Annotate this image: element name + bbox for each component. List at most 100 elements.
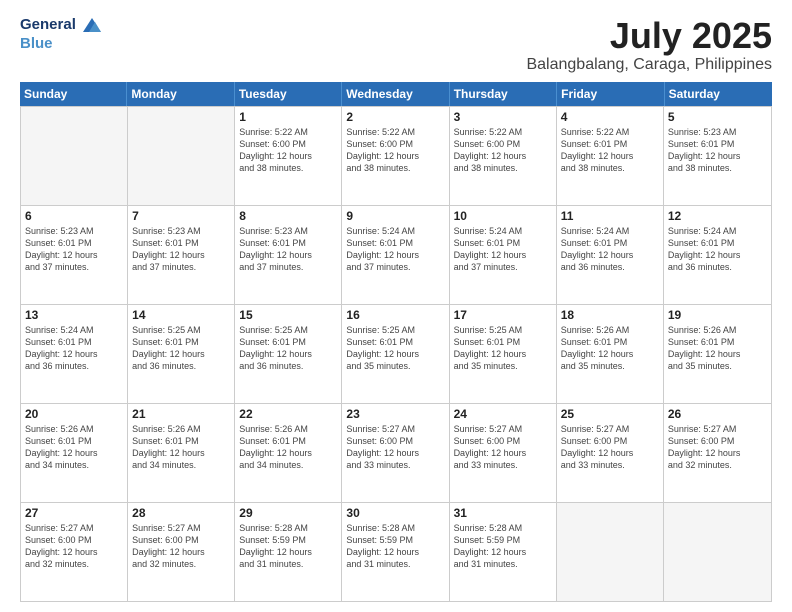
cell-info-line: Sunrise: 5:26 AM (132, 423, 230, 435)
cell-info-line: Sunset: 6:01 PM (25, 336, 123, 348)
weekday-header: Wednesday (342, 82, 449, 106)
day-number: 22 (239, 407, 337, 421)
calendar-cell: 23Sunrise: 5:27 AMSunset: 6:00 PMDayligh… (342, 404, 449, 502)
day-number: 16 (346, 308, 444, 322)
calendar-cell: 19Sunrise: 5:26 AMSunset: 6:01 PMDayligh… (664, 305, 771, 403)
title-block: July 2025 Balangbalang, Caraga, Philippi… (526, 16, 772, 74)
day-number: 19 (668, 308, 767, 322)
cell-info-line: Sunset: 6:01 PM (132, 435, 230, 447)
cell-info-line: Sunset: 6:01 PM (25, 435, 123, 447)
cell-info-line: and 33 minutes. (346, 459, 444, 471)
day-number: 3 (454, 110, 552, 124)
cell-info-line: and 33 minutes. (454, 459, 552, 471)
day-number: 9 (346, 209, 444, 223)
weekday-header: Saturday (665, 82, 772, 106)
calendar-row: 13Sunrise: 5:24 AMSunset: 6:01 PMDayligh… (21, 304, 771, 403)
calendar-cell: 2Sunrise: 5:22 AMSunset: 6:00 PMDaylight… (342, 107, 449, 205)
cell-info-line: Sunset: 6:00 PM (668, 435, 767, 447)
cell-info-line: and 35 minutes. (668, 360, 767, 372)
cell-info-line: Sunset: 6:00 PM (132, 534, 230, 546)
calendar-page: General Blue July 2025 Balangbalang, Car… (0, 0, 792, 612)
cell-info-line: Sunset: 6:01 PM (239, 336, 337, 348)
cell-info-line: and 36 minutes. (239, 360, 337, 372)
calendar-row: 20Sunrise: 5:26 AMSunset: 6:01 PMDayligh… (21, 403, 771, 502)
cell-info-line: Daylight: 12 hours (132, 546, 230, 558)
cell-info-line: Sunrise: 5:22 AM (561, 126, 659, 138)
day-number: 28 (132, 506, 230, 520)
cell-info-line: Sunset: 6:01 PM (346, 237, 444, 249)
cell-info-line: Sunset: 6:01 PM (454, 237, 552, 249)
cell-info-line: Sunrise: 5:26 AM (561, 324, 659, 336)
calendar-cell: 10Sunrise: 5:24 AMSunset: 6:01 PMDayligh… (450, 206, 557, 304)
calendar-cell: 25Sunrise: 5:27 AMSunset: 6:00 PMDayligh… (557, 404, 664, 502)
cell-info-line: Sunrise: 5:24 AM (25, 324, 123, 336)
weekday-header: Monday (127, 82, 234, 106)
cell-info-line: Daylight: 12 hours (25, 546, 123, 558)
cell-info-line: and 35 minutes. (561, 360, 659, 372)
calendar-cell (128, 107, 235, 205)
cell-info-line: and 36 minutes. (25, 360, 123, 372)
calendar-cell: 5Sunrise: 5:23 AMSunset: 6:01 PMDaylight… (664, 107, 771, 205)
cell-info-line: Sunset: 5:59 PM (346, 534, 444, 546)
calendar-cell: 17Sunrise: 5:25 AMSunset: 6:01 PMDayligh… (450, 305, 557, 403)
cell-info-line: Sunrise: 5:22 AM (346, 126, 444, 138)
logo-icon (81, 16, 103, 34)
cell-info-line: Sunset: 6:00 PM (346, 138, 444, 150)
cell-info-line: and 33 minutes. (561, 459, 659, 471)
cell-info-line: Sunset: 6:01 PM (346, 336, 444, 348)
cell-info-line: and 36 minutes. (668, 261, 767, 273)
calendar-row: 6Sunrise: 5:23 AMSunset: 6:01 PMDaylight… (21, 205, 771, 304)
cell-info-line: Sunset: 6:01 PM (454, 336, 552, 348)
cell-info-line: Sunset: 6:01 PM (561, 237, 659, 249)
cell-info-line: Daylight: 12 hours (239, 249, 337, 261)
cell-info-line: and 32 minutes. (132, 558, 230, 570)
cell-info-line: Sunset: 5:59 PM (239, 534, 337, 546)
day-number: 14 (132, 308, 230, 322)
logo: General Blue (20, 16, 103, 53)
cell-info-line: and 38 minutes. (239, 162, 337, 174)
cell-info-line: and 38 minutes. (668, 162, 767, 174)
cell-info-line: Sunrise: 5:28 AM (454, 522, 552, 534)
day-number: 26 (668, 407, 767, 421)
cell-info-line: and 36 minutes. (132, 360, 230, 372)
cell-info-line: and 32 minutes. (25, 558, 123, 570)
day-number: 12 (668, 209, 767, 223)
cell-info-line: Daylight: 12 hours (346, 150, 444, 162)
cell-info-line: Daylight: 12 hours (668, 348, 767, 360)
cell-info-line: Daylight: 12 hours (454, 447, 552, 459)
calendar-row: 27Sunrise: 5:27 AMSunset: 6:00 PMDayligh… (21, 502, 771, 601)
calendar-cell (664, 503, 771, 601)
cell-info-line: Daylight: 12 hours (239, 546, 337, 558)
cell-info-line: Daylight: 12 hours (346, 249, 444, 261)
cell-info-line: Sunset: 6:01 PM (25, 237, 123, 249)
cell-info-line: Daylight: 12 hours (239, 348, 337, 360)
calendar-cell: 15Sunrise: 5:25 AMSunset: 6:01 PMDayligh… (235, 305, 342, 403)
cell-info-line: Sunset: 6:00 PM (454, 435, 552, 447)
weekday-header: Thursday (450, 82, 557, 106)
cell-info-line: Sunrise: 5:24 AM (454, 225, 552, 237)
weekday-header: Friday (557, 82, 664, 106)
cell-info-line: and 38 minutes. (561, 162, 659, 174)
calendar-cell: 14Sunrise: 5:25 AMSunset: 6:01 PMDayligh… (128, 305, 235, 403)
cell-info-line: and 31 minutes. (454, 558, 552, 570)
cell-info-line: Sunset: 6:01 PM (668, 336, 767, 348)
weekday-header: Tuesday (235, 82, 342, 106)
cell-info-line: and 31 minutes. (346, 558, 444, 570)
cell-info-line: and 34 minutes. (132, 459, 230, 471)
cell-info-line: Sunrise: 5:23 AM (668, 126, 767, 138)
cell-info-line: Daylight: 12 hours (561, 150, 659, 162)
day-number: 8 (239, 209, 337, 223)
calendar-cell: 29Sunrise: 5:28 AMSunset: 5:59 PMDayligh… (235, 503, 342, 601)
day-number: 30 (346, 506, 444, 520)
cell-info-line: Sunrise: 5:27 AM (561, 423, 659, 435)
cell-info-line: Daylight: 12 hours (132, 249, 230, 261)
calendar-cell: 4Sunrise: 5:22 AMSunset: 6:01 PMDaylight… (557, 107, 664, 205)
calendar-cell: 9Sunrise: 5:24 AMSunset: 6:01 PMDaylight… (342, 206, 449, 304)
cell-info-line: Daylight: 12 hours (239, 447, 337, 459)
calendar-cell: 28Sunrise: 5:27 AMSunset: 6:00 PMDayligh… (128, 503, 235, 601)
cell-info-line: Sunset: 6:00 PM (25, 534, 123, 546)
calendar-cell: 22Sunrise: 5:26 AMSunset: 6:01 PMDayligh… (235, 404, 342, 502)
cell-info-line: Daylight: 12 hours (346, 447, 444, 459)
cell-info-line: Sunrise: 5:26 AM (239, 423, 337, 435)
cell-info-line: Sunset: 6:01 PM (239, 237, 337, 249)
